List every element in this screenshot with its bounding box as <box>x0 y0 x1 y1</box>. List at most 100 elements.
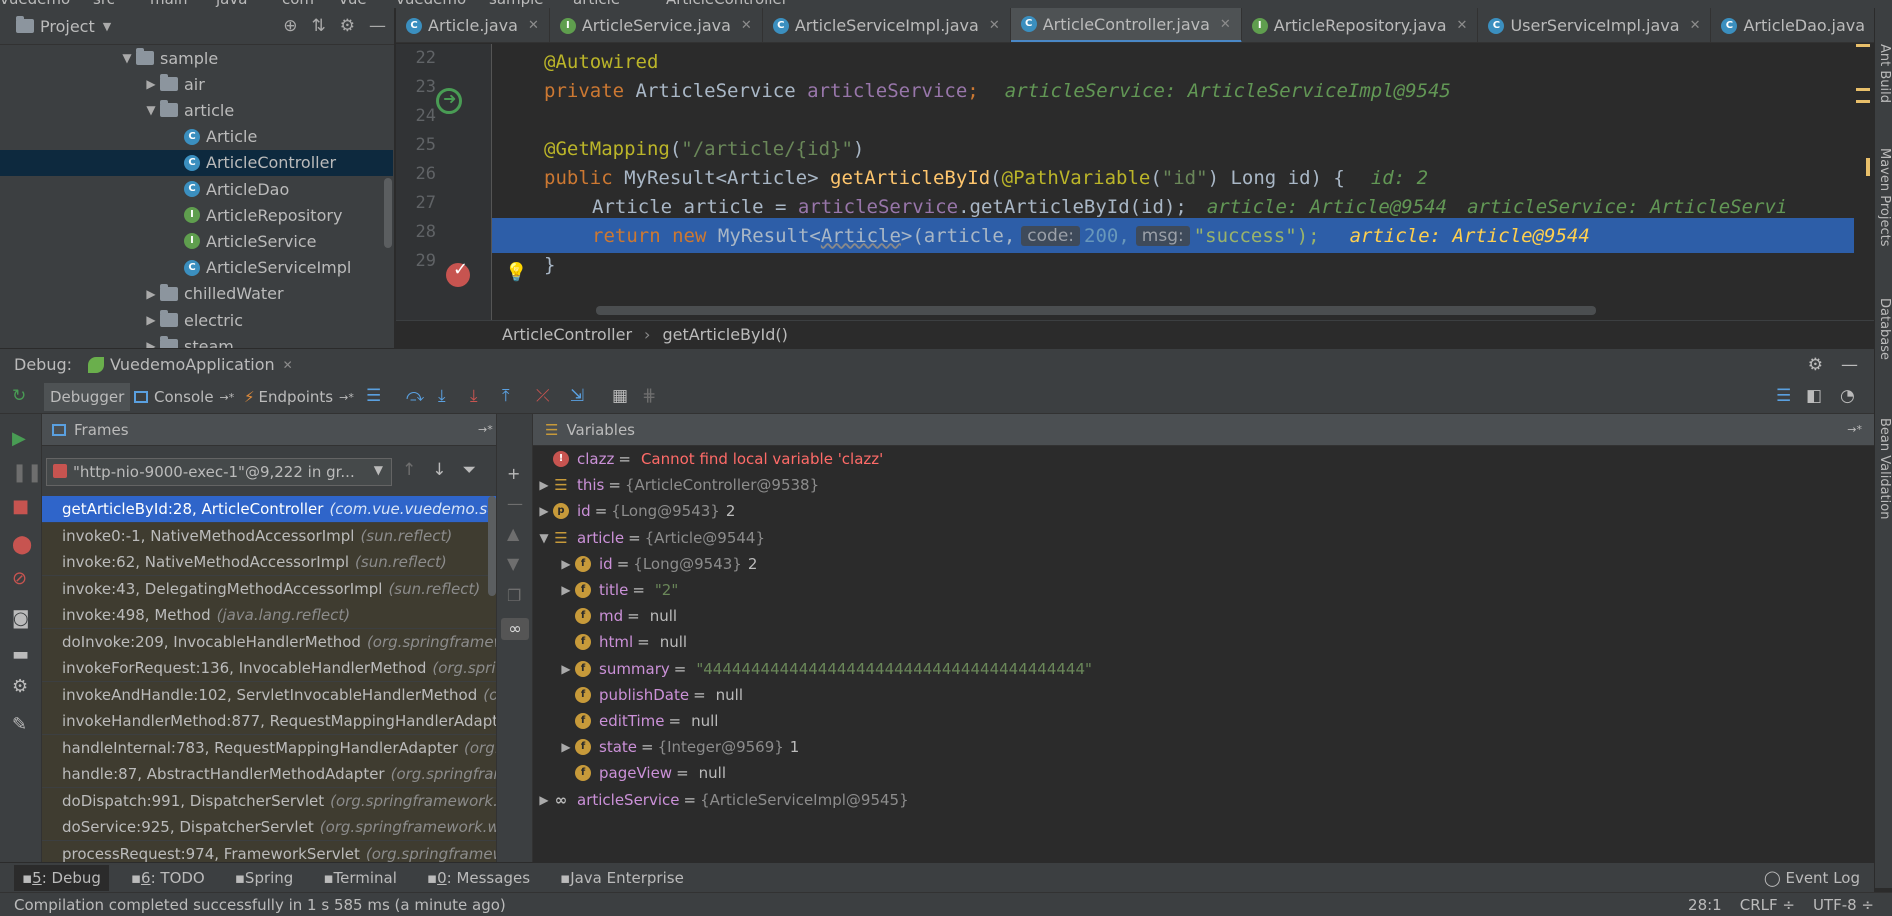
variable-row[interactable]: f pageView = null <box>557 760 726 786</box>
frame-row[interactable]: invokeHandlerMethod:877, RequestMappingH… <box>42 708 496 734</box>
variable-row[interactable]: ▶ f state = {Integer@9569} 1 <box>557 734 799 760</box>
chevron-right-icon[interactable]: ▶ <box>535 504 553 518</box>
locate-icon[interactable]: ⊕ <box>283 16 297 36</box>
database-tool[interactable]: Database <box>1877 298 1892 360</box>
tree-item[interactable]: I ArticleRepository <box>0 202 393 228</box>
tab-articlerepository[interactable]: I ArticleRepository.java ✕ <box>1242 8 1479 42</box>
copy-icon[interactable]: ❐ <box>507 586 521 605</box>
variable-row[interactable]: ▶ f title = "2" <box>557 577 678 603</box>
pin-icon[interactable]: →* <box>478 423 493 436</box>
tab-endpoints[interactable]: ⚡ Endpoints →* <box>238 383 360 411</box>
frame-row[interactable]: invoke:43, DelegatingMethodAccessorImpl (… <box>42 575 496 602</box>
breadcrumb-item[interactable]: vuedemo <box>0 0 70 8</box>
cursor-position[interactable]: 28:1 <box>1688 896 1722 914</box>
frame-row[interactable]: invoke0:-1, NativeMethodAccessorImpl (sun… <box>42 522 496 549</box>
force-step-into-icon[interactable]: ⤓ <box>470 386 478 406</box>
frame-row[interactable]: invoke:62, NativeMethodAccessorImpl (sun.… <box>42 549 496 575</box>
chevron-right-icon[interactable]: ▶ <box>557 583 575 597</box>
breadcrumb-item[interactable]: sample <box>489 0 544 8</box>
chevron-right-icon[interactable]: ▶ <box>535 793 553 807</box>
step-out-icon[interactable]: ⤒ <box>502 386 510 406</box>
status-message[interactable]: Compilation completed successfully in 1 … <box>14 896 506 914</box>
chevron-down-icon[interactable]: ▼ <box>535 531 553 545</box>
variable-row[interactable]: ▶ ∞ articleService = {ArticleServiceImpl@954… <box>535 787 915 813</box>
tab-articleservice[interactable]: I ArticleService.java ✕ <box>550 8 763 42</box>
tab-console[interactable]: Console →* <box>128 383 240 411</box>
breadcrumb-item[interactable]: vuedemo <box>396 0 466 8</box>
code-line-29[interactable]: } <box>492 247 1874 282</box>
pin-icon[interactable]: ✎ <box>12 714 27 735</box>
variable-row[interactable]: ▶ f summary = "44444444444444444444444444444… <box>557 656 1092 682</box>
run-gutter-icon[interactable] <box>436 88 462 114</box>
lightbulb-icon[interactable]: 💡 <box>505 262 527 283</box>
close-icon[interactable]: ✕ <box>989 18 1000 33</box>
line-number[interactable]: 26 <box>396 164 436 184</box>
tree-item[interactable]: ▼ sample <box>0 45 393 71</box>
tab-articleserviceimpl[interactable]: C ArticleServiceImpl.java ✕ <box>763 8 1011 42</box>
variable-row[interactable]: ▶ f id = {Long@9543} 2 <box>557 551 757 577</box>
thread-select[interactable]: "http-nio-9000-exec-1"@9,222 in gr... ▼ <box>46 458 392 486</box>
step-over-icon[interactable]: ⤼ <box>406 386 424 406</box>
tab-article[interactable]: C Article.java ✕ <box>396 8 550 42</box>
ant-build-tool[interactable]: Ant Build <box>1877 44 1892 103</box>
chevron-right-icon[interactable]: ▶ <box>142 77 160 91</box>
variable-row[interactable]: f publishDate = null <box>557 682 743 708</box>
close-icon[interactable]: ✕ <box>528 18 539 33</box>
tool-window-spring[interactable]: ▪ Spring <box>227 865 302 891</box>
project-scrollbar[interactable] <box>384 178 392 248</box>
tree-item[interactable]: ▶ steam <box>0 333 393 348</box>
tab-articlecontroller[interactable]: C ArticleController.java ✕ <box>1010 8 1242 42</box>
variable-row[interactable]: f editTime = null <box>557 708 718 734</box>
code-editor[interactable]: 22 23 24 25 26 27 28 29 @Autowired private Arti… <box>396 44 1874 320</box>
frame-row[interactable]: invokeAndHandle:102, ServletInvocableHan… <box>42 681 496 708</box>
variable-row[interactable]: f html = null <box>557 629 687 655</box>
breadcrumb-class[interactable]: ArticleController <box>502 325 632 344</box>
rerun-icon[interactable]: ↻ <box>12 386 26 406</box>
variable-row[interactable]: f md = null <box>557 603 677 629</box>
frame-row[interactable]: getArticleById:28, ArticleController (com… <box>42 496 496 522</box>
editor-horizontal-scrollbar[interactable] <box>596 306 1596 315</box>
frame-row[interactable]: invoke:498, Method (java.lang.reflect) <box>42 602 496 628</box>
warning-mark-icon[interactable] <box>1856 88 1870 91</box>
file-encoding[interactable]: UTF-8 ÷ <box>1813 896 1874 914</box>
pause-icon[interactable]: ❚❚ <box>12 462 42 483</box>
run-to-cursor-icon[interactable]: ⇲ <box>570 386 584 406</box>
tree-item[interactable]: C Article <box>0 124 393 150</box>
chevron-right-icon[interactable]: ▶ <box>557 557 575 571</box>
close-icon[interactable]: ✕ <box>1690 18 1701 33</box>
minimize-icon[interactable]: — <box>1841 355 1858 375</box>
scroll-thumb[interactable] <box>1866 158 1870 176</box>
drop-frame-icon[interactable]: ⤫ <box>536 386 550 406</box>
variable-row[interactable]: ▶ p id = {Long@9543} 2 <box>535 498 735 524</box>
tree-item[interactable]: I ArticleService <box>0 228 393 254</box>
editor-gutter[interactable]: 22 23 24 25 26 27 28 29 <box>396 44 492 320</box>
variable-row[interactable]: ! clazz = Cannot find local variable 'clazz… <box>535 446 883 472</box>
gear-icon[interactable]: ⚙ <box>12 676 28 697</box>
close-icon[interactable]: ✕ <box>283 358 293 372</box>
breadcrumb-item[interactable]: com <box>282 0 314 8</box>
overhead-icon[interactable]: ◔ <box>1840 386 1855 406</box>
breakpoint-icon[interactable] <box>446 259 470 287</box>
tool-window-debug[interactable]: ▪ 5: Debug <box>14 864 109 891</box>
chevron-right-icon[interactable]: ▶ <box>142 313 160 327</box>
tab-articledao[interactable]: CArticleDao.java✕ <box>1711 8 1874 42</box>
maven-projects-tool[interactable]: Maven Projects <box>1877 148 1892 247</box>
line-number[interactable]: 23 <box>396 77 436 97</box>
filter-icon[interactable]: ⏷ <box>463 460 477 480</box>
line-number[interactable]: 29 <box>396 251 436 271</box>
breadcrumb-item[interactable]: vue <box>339 0 367 8</box>
plus-icon[interactable]: + <box>507 464 520 483</box>
minus-icon[interactable]: — <box>507 494 523 513</box>
breadcrumb-item[interactable]: article <box>573 0 620 8</box>
chevron-down-icon[interactable]: ▼ <box>103 20 111 33</box>
error-stripe[interactable] <box>1854 44 1874 320</box>
arrow-up-icon[interactable]: ▲ <box>507 524 519 543</box>
tool-window-javaenterprise[interactable]: ▪ Java Enterprise <box>552 865 692 891</box>
line-number[interactable]: 28 <box>396 222 436 242</box>
breadcrumb-item[interactable]: java <box>216 0 247 8</box>
breadcrumb-item[interactable]: src <box>93 0 115 8</box>
tree-item[interactable]: C ArticleServiceImpl <box>0 255 393 281</box>
breadcrumb-item[interactable]: ArticleController <box>666 0 788 8</box>
line-number[interactable]: 27 <box>396 193 436 213</box>
arrow-down-icon[interactable]: ▼ <box>507 554 519 573</box>
